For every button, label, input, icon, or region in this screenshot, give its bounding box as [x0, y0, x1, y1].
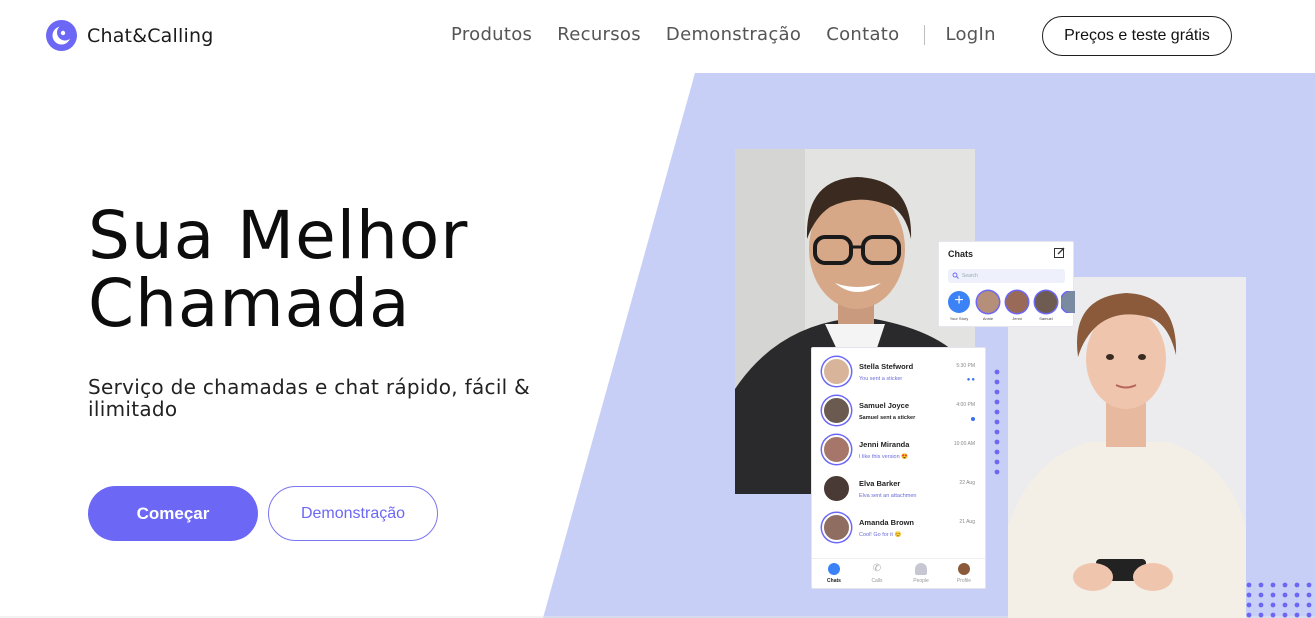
site-header: Chat&Calling Produtos Recursos Demonstra…: [0, 0, 1315, 72]
profile-avatar-icon: [958, 563, 970, 575]
search-icon: [952, 272, 959, 279]
chat-list-card: Stella Stefword You sent a sticker 5:30 …: [811, 347, 986, 589]
bottom-tab-bar: Chats ✆ Calls People Profile: [812, 558, 985, 588]
chat-time: 22 Aug: [959, 480, 975, 486]
read-receipt-icon: ●●: [966, 377, 976, 383]
unread-dot-icon: [971, 417, 975, 421]
chats-card-title: Chats: [948, 249, 974, 259]
chat-time: 21 Aug: [959, 519, 975, 525]
chat-row[interactable]: Amanda Brown Cool! Go for it 😊 21 Aug: [812, 507, 985, 546]
chat-row[interactable]: Samuel Joyce Samuel sent a sticker 4:00 …: [812, 390, 985, 429]
hero-title-line1: Sua Melhor: [88, 197, 469, 274]
tab-label: Profile: [956, 578, 972, 584]
chat-message: Elva sent an attachmen: [859, 493, 917, 499]
avatar: [822, 357, 851, 386]
chat-name: Samuel Joyce: [859, 401, 910, 410]
nav-item-demonstracao[interactable]: Demonstração: [666, 24, 801, 45]
avatar: [1061, 291, 1075, 313]
chat-message: Cool! Go for it 😊: [859, 532, 902, 538]
add-story-icon: +: [948, 291, 970, 313]
chat-message: I like this version 😍: [859, 454, 909, 460]
avatar: [1035, 291, 1057, 313]
tab-label: People: [913, 578, 929, 584]
tab-label: Chats: [827, 578, 841, 584]
chat-name: Jenni Miranda: [859, 440, 910, 449]
dot-pattern-vertical: [994, 369, 1000, 475]
story-label: Jenni: [1012, 316, 1022, 321]
story-samuel[interactable]: Samuel: [1034, 291, 1058, 321]
story-annie[interactable]: Annie: [976, 291, 1000, 321]
chat-time: 4:00 PM: [956, 402, 975, 408]
chat-row[interactable]: Stella Stefword You sent a sticker 5:30 …: [812, 351, 985, 390]
tab-chats[interactable]: Chats: [819, 563, 849, 584]
hero-title: Sua Melhor Chamada: [88, 202, 648, 338]
chats-search-input[interactable]: Search: [948, 269, 1065, 283]
avatar: [822, 435, 851, 464]
chat-time: 10:00 AM: [953, 441, 975, 447]
brand-name: Chat&Calling: [87, 24, 214, 47]
chat-name: Elva Barker: [859, 479, 901, 488]
chat-time: 5:30 PM: [956, 363, 975, 369]
avatar: [977, 291, 999, 313]
brand-logo[interactable]: Chat&Calling: [46, 20, 213, 51]
chat-message: Samuel sent a sticker: [859, 415, 916, 421]
tab-label: Calls: [871, 578, 883, 584]
hero-title-line2: Chamada: [88, 265, 411, 342]
dot-pattern-corner: [1246, 582, 1312, 618]
avatar: [1006, 291, 1028, 313]
chat-message: You sent a sticker: [859, 376, 903, 382]
hero-subtitle: Serviço de chamadas e chat rápido, fácil…: [88, 375, 531, 421]
nav-item-recursos[interactable]: Recursos: [557, 24, 641, 45]
nav-divider: [924, 24, 926, 45]
tab-profile[interactable]: Profile: [949, 563, 979, 584]
compose-icon[interactable]: [1054, 247, 1065, 258]
chat-row[interactable]: Elva Barker Elva sent an attachmen 22 Au…: [812, 468, 985, 507]
nav-item-contato[interactable]: Contato: [826, 24, 899, 45]
nav-item-produtos[interactable]: Produtos: [451, 24, 532, 45]
avatar: [822, 474, 851, 503]
story-your-story[interactable]: + Your Story: [947, 291, 971, 321]
chat-name: Stella Stefword: [859, 362, 914, 371]
chat-bubble-icon: [828, 563, 840, 575]
chats-stories-card: Chats Search + Your Story Annie Jenni Sa…: [938, 241, 1075, 327]
pricing-trial-button[interactable]: Preços e teste grátis: [1042, 16, 1232, 56]
login-link[interactable]: LogIn: [945, 24, 995, 45]
people-icon: [915, 563, 927, 575]
avatar: [822, 513, 851, 542]
chat-row[interactable]: Jenni Miranda I like this version 😍 10:0…: [812, 429, 985, 468]
woman-with-phone-photo: [1008, 277, 1246, 618]
story-label: Samuel: [1039, 316, 1053, 321]
tab-calls[interactable]: ✆ Calls: [862, 563, 892, 584]
crescent-logo-icon: [46, 20, 77, 51]
chats-search-placeholder: Search: [962, 273, 978, 279]
tab-people[interactable]: People: [906, 563, 936, 584]
story-more[interactable]: [1061, 291, 1075, 313]
story-label: Your Story: [949, 316, 969, 321]
story-jenni[interactable]: Jenni: [1005, 291, 1029, 321]
demo-button[interactable]: Demonstração: [268, 486, 438, 541]
story-label: Annie: [982, 316, 994, 321]
start-button[interactable]: Começar: [88, 486, 258, 541]
avatar: [822, 396, 851, 425]
main-nav: Produtos Recursos Demonstração Contato L…: [451, 24, 1021, 45]
chat-name: Amanda Brown: [859, 518, 915, 527]
phone-icon: ✆: [872, 563, 882, 574]
